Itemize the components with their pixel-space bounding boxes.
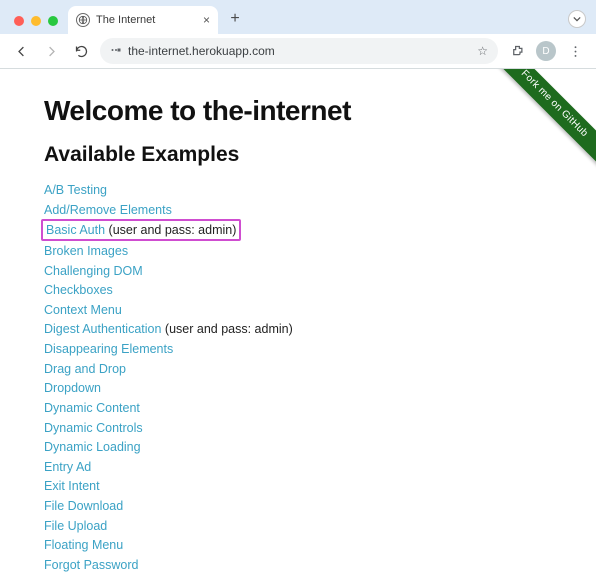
example-link[interactable]: Forgot Password [44,558,138,572]
page-title: Welcome to the-internet [44,95,552,127]
list-item: Add/Remove Elements [44,201,552,219]
example-suffix: (user and pass: admin) [161,322,292,336]
list-item: Dropdown [44,379,552,397]
list-item: Floating Menu [44,536,552,554]
bookmark-icon[interactable]: ☆ [477,44,488,58]
example-link[interactable]: Basic Auth [46,223,105,237]
example-link[interactable]: Challenging DOM [44,264,143,278]
list-item: Entry Ad [44,458,552,476]
example-link[interactable]: Dropdown [44,381,101,395]
window-controls [10,16,68,34]
example-link[interactable]: File Upload [44,519,107,533]
example-link[interactable]: File Download [44,499,123,513]
example-link[interactable]: Checkboxes [44,283,113,297]
list-item: Disappearing Elements [44,340,552,358]
example-link[interactable]: Add/Remove Elements [44,203,172,217]
page-viewport: Fork me on GitHub Welcome to the-interne… [0,69,596,579]
example-link[interactable]: Entry Ad [44,460,91,474]
examples-list: A/B Testing Add/Remove Elements Basic Auth… [44,181,552,579]
example-link[interactable]: Dynamic Content [44,401,140,415]
example-link[interactable]: Digest Authentication [44,322,161,336]
reload-button[interactable] [70,40,92,62]
list-item: Drag and Drop [44,360,552,378]
profile-avatar[interactable]: D [536,41,556,61]
example-link[interactable]: Floating Menu [44,538,123,552]
list-item: Context Menu [44,301,552,319]
example-link[interactable]: Context Menu [44,303,122,317]
page-subtitle: Available Examples [44,143,552,167]
extensions-icon[interactable] [506,40,528,62]
list-item: Checkboxes [44,281,552,299]
window-minimize-button[interactable] [31,16,41,26]
browser-toolbar: the-internet.herokuapp.com ☆ D [0,34,596,68]
example-link[interactable]: A/B Testing [44,183,107,197]
list-item: File Upload [44,517,552,535]
list-item: Dynamic Content [44,399,552,417]
example-link[interactable]: Exit Intent [44,479,100,493]
browser-chrome: The Internet × + the-internet.herokuapp.… [0,0,596,69]
url-text: the-internet.herokuapp.com [128,44,275,58]
tabs-dropdown-button[interactable] [568,10,586,28]
window-maximize-button[interactable] [48,16,58,26]
example-link[interactable]: Broken Images [44,244,128,258]
list-item: Challenging DOM [44,262,552,280]
window-close-button[interactable] [14,16,24,26]
list-item: Dynamic Loading [44,438,552,456]
forward-button[interactable] [40,40,62,62]
site-info-icon[interactable] [110,44,122,59]
example-link[interactable]: Disappearing Elements [44,342,173,356]
example-link[interactable]: Dynamic Loading [44,440,141,454]
example-link[interactable]: Drag and Drop [44,362,126,376]
page-content: Welcome to the-internet Available Exampl… [0,69,596,579]
menu-icon[interactable] [564,40,586,62]
list-item: Dynamic Controls [44,419,552,437]
list-item: File Download [44,497,552,515]
example-suffix: (user and pass: admin) [105,223,236,237]
new-tab-button[interactable]: + [224,8,246,30]
example-link[interactable]: Dynamic Controls [44,421,143,435]
globe-icon [76,13,90,27]
address-bar[interactable]: the-internet.herokuapp.com ☆ [100,38,498,64]
list-item: Basic Auth (user and pass: admin) [44,220,552,240]
tab-title: The Internet [96,14,155,26]
tab-strip: The Internet × + [0,0,596,34]
browser-tab[interactable]: The Internet × [68,6,218,34]
list-item: Exit Intent [44,477,552,495]
list-item: A/B Testing [44,181,552,199]
highlight-box: Basic Auth (user and pass: admin) [41,219,241,241]
list-item: Broken Images [44,242,552,260]
back-button[interactable] [10,40,32,62]
list-item: Form Authentication [44,576,552,579]
list-item: Forgot Password [44,556,552,574]
close-tab-icon[interactable]: × [203,13,210,27]
list-item: Digest Authentication (user and pass: ad… [44,320,552,338]
